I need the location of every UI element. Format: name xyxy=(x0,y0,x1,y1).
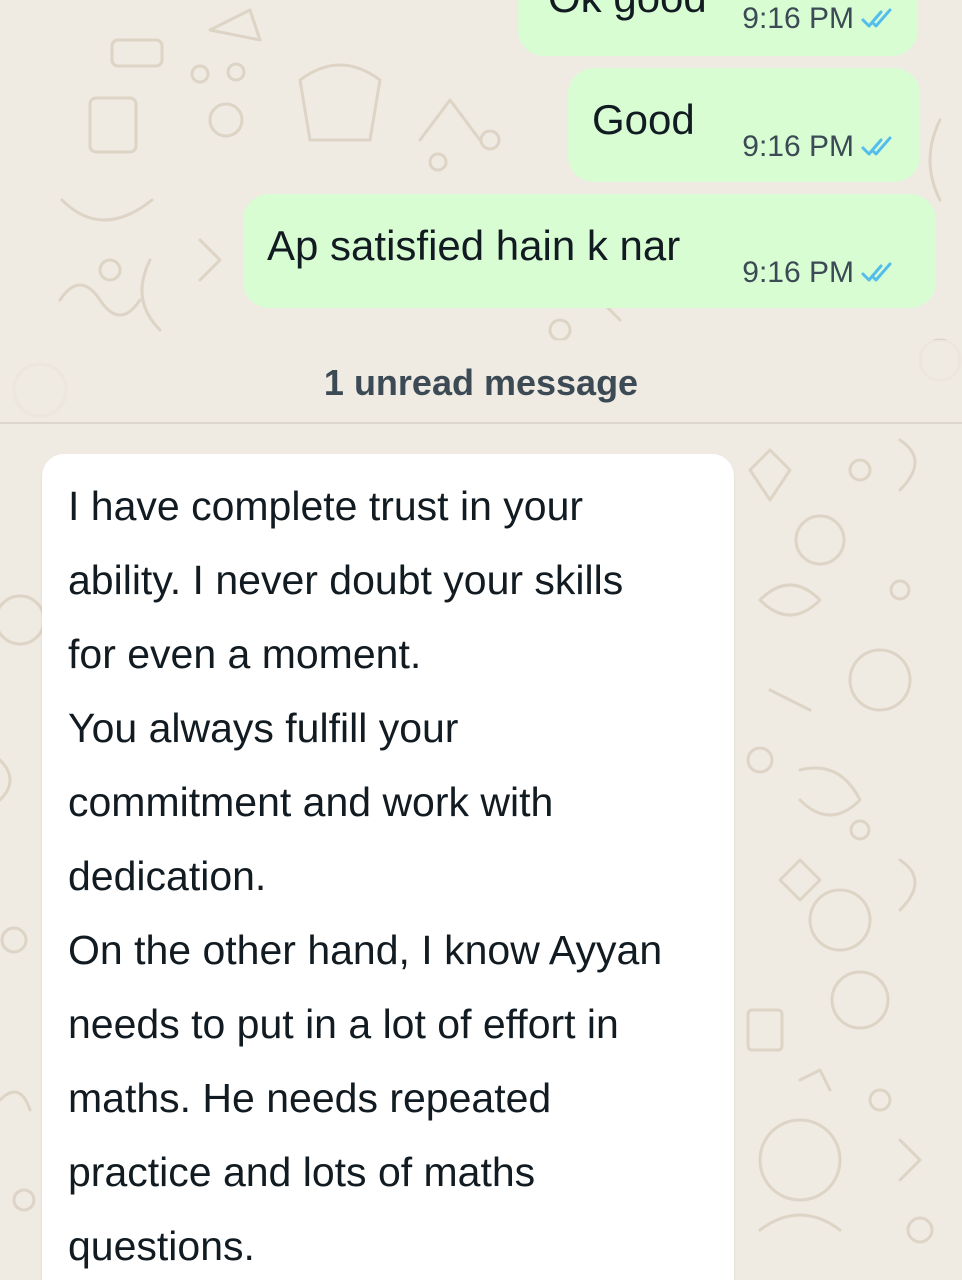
unread-count-label: 1 unread message xyxy=(323,362,639,403)
message-time: 9:16 PM xyxy=(742,2,854,35)
outgoing-message-bubble[interactable]: Ok good 9:16 PM xyxy=(518,0,918,56)
incoming-message-bubble[interactable]: I have complete trust in your ability. I… xyxy=(42,454,734,1280)
message-text-line: maths. He needs repeated xyxy=(68,1075,552,1121)
message-text-line: On the other hand, I know Ayyan xyxy=(68,927,663,973)
message-meta: 9:16 PM xyxy=(742,2,896,36)
message-text-line: ability. I never doubt your skills xyxy=(68,557,624,603)
message-time: 9:16 PM xyxy=(742,256,854,289)
double-check-read-icon xyxy=(861,8,892,28)
message-text-line: dedication. xyxy=(68,853,267,899)
message-text-line: I have complete trust in your xyxy=(68,483,584,529)
message-text: Good xyxy=(592,96,695,143)
double-check-read-icon xyxy=(861,136,892,156)
message-text: Ok good xyxy=(548,0,707,22)
double-check-read-icon xyxy=(861,262,892,282)
message-time: 9:16 PM xyxy=(742,130,854,163)
message-text-line: commitment and work with xyxy=(68,779,554,825)
unread-messages-divider: 1 unread message xyxy=(0,340,962,424)
outgoing-message-bubble[interactable]: Ap satisfied hain k nar 9:16 PM xyxy=(243,194,936,308)
message-text-line: practice and lots of maths xyxy=(68,1149,536,1195)
message-meta: 9:16 PM xyxy=(742,256,896,290)
message-text-line: needs to put in a lot of effort in xyxy=(68,1001,619,1047)
message-text: Ap satisfied hain k nar xyxy=(267,222,681,269)
outgoing-message-bubble[interactable]: Good 9:16 PM xyxy=(568,68,920,182)
message-meta: 9:16 PM xyxy=(742,130,896,164)
message-text-line: questions. xyxy=(68,1223,255,1269)
message-text-line: for even a moment. xyxy=(68,631,422,677)
message-text-line: You always fulfill your xyxy=(68,705,459,751)
